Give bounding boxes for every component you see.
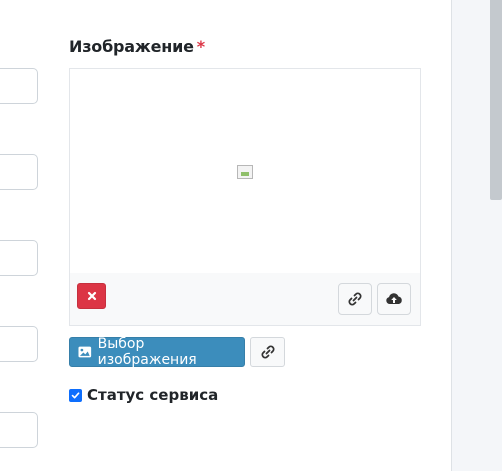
select-image-label: Выбор изображения	[97, 336, 197, 368]
service-status-row: Статус сервиса	[69, 386, 218, 404]
image-preview	[69, 68, 421, 326]
image-field-label: Изображение *	[69, 37, 205, 56]
image-icon	[78, 346, 92, 358]
link-icon	[348, 292, 362, 306]
cloud-upload-icon	[386, 293, 402, 304]
scrollbar-thumb[interactable]	[490, 0, 502, 200]
upload-image-button[interactable]	[377, 283, 411, 315]
select-image-button[interactable]: Выбор изображения	[69, 336, 245, 368]
required-mark: *	[196, 37, 205, 56]
checkmark-icon	[71, 391, 80, 398]
image-link-button[interactable]	[250, 337, 285, 367]
link-icon	[260, 345, 275, 359]
image-url-button[interactable]	[338, 283, 372, 315]
left-input-3[interactable]	[0, 240, 38, 276]
broken-image-icon	[237, 165, 253, 179]
image-toolbar	[70, 273, 420, 325]
service-status-checkbox[interactable]	[69, 388, 82, 402]
service-status-label: Статус сервиса	[87, 386, 219, 404]
left-input-2[interactable]	[0, 154, 38, 190]
close-icon	[87, 291, 96, 301]
remove-image-button[interactable]	[77, 283, 106, 309]
left-input-4[interactable]	[0, 326, 38, 362]
image-label-text: Изображение	[69, 37, 194, 56]
left-input-1[interactable]	[0, 68, 38, 104]
left-input-5[interactable]	[0, 412, 38, 448]
